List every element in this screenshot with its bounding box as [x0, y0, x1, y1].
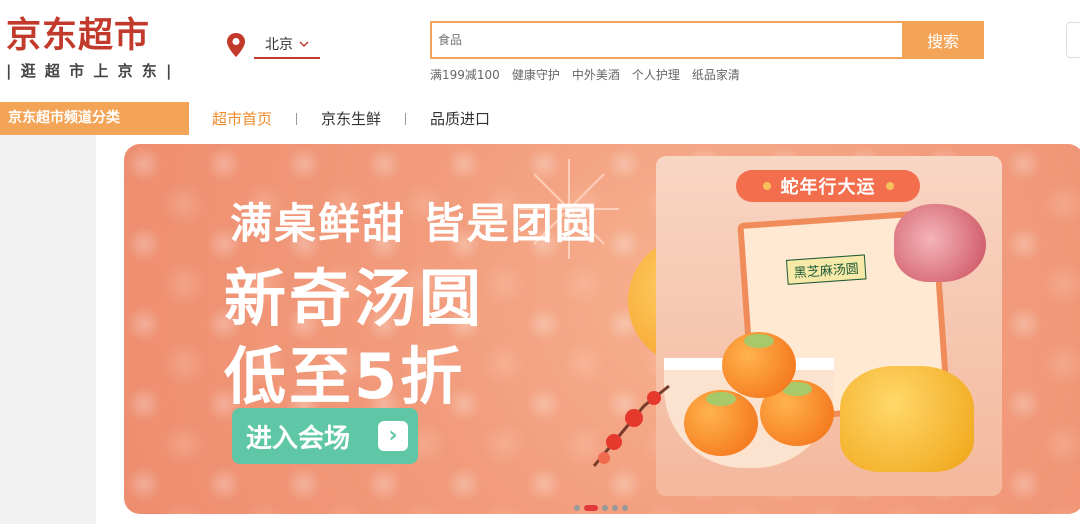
logo-title: 京东超市: [6, 16, 151, 56]
search-bar: 搜索: [430, 21, 984, 59]
carousel-dot[interactable]: [602, 505, 608, 511]
cta-label: 进入会场: [246, 423, 351, 454]
hot-word-link[interactable]: 满199减100: [430, 66, 500, 83]
banner-title-line2: 低至5折: [224, 340, 466, 413]
logo-slogan: | 逛 超 市 上 京 东 |: [6, 62, 174, 80]
category-menu-title[interactable]: 京东超市频道分类: [0, 102, 189, 135]
carousel-dot-active[interactable]: [584, 505, 598, 511]
tangyuan-ball-image: [684, 390, 758, 456]
ribbon-dot: [885, 182, 894, 190]
leaf-decoration: [706, 392, 736, 406]
hot-search-words: 满199减100 健康守护 中外美酒 个人护理 纸品家清: [430, 66, 740, 83]
chevron-right-icon: ›: [378, 421, 408, 451]
package-label: 黑芝麻汤圆: [785, 254, 867, 285]
search-input[interactable]: [430, 21, 902, 59]
promo-banner[interactable]: 满桌鲜甜 皆是团圆 新奇汤圆 低至5折 进入会场 › 蛇年行大运 黑芝麻汤圆: [124, 144, 1080, 514]
ribbon-badge: 蛇年行大运: [736, 170, 920, 202]
leaf-decoration: [744, 334, 774, 348]
ribbon-dot: [762, 182, 771, 190]
search-button[interactable]: 搜索: [902, 21, 984, 59]
banner-headline: 满桌鲜甜 皆是团圆: [230, 199, 599, 248]
nav-divider: [405, 112, 407, 125]
channel-nav: 超市首页 京东生鲜 品质进口: [212, 102, 490, 135]
banner-title-line1: 新奇汤圆: [224, 262, 485, 335]
enter-venue-button[interactable]: 进入会场 ›: [232, 408, 418, 464]
chevron-down-icon: [299, 40, 309, 47]
hot-word-link[interactable]: 个人护理: [632, 66, 680, 83]
hot-word-link[interactable]: 纸品家清: [692, 66, 740, 83]
location-selector[interactable]: 北京: [226, 30, 320, 60]
carousel-dot[interactable]: [612, 505, 618, 511]
hot-word-link[interactable]: 中外美酒: [572, 66, 620, 83]
plum-blossom-decoration: [592, 384, 670, 467]
tangyuan-ball-image: [722, 332, 796, 398]
side-widget-edge[interactable]: [1066, 22, 1080, 58]
category-side-panel: [0, 135, 96, 524]
ribbon-text: 蛇年行大运: [780, 177, 876, 198]
jd-supermarket-logo[interactable]: 京东超市 | 逛 超 市 上 京 东 |: [6, 14, 192, 80]
nav-item-import[interactable]: 品质进口: [430, 108, 490, 129]
hot-word-link[interactable]: 健康守护: [512, 66, 560, 83]
carousel-dot[interactable]: [574, 505, 580, 511]
meat-image: [894, 204, 986, 282]
gold-ingot-image: [840, 366, 974, 472]
nav-divider: [296, 112, 298, 125]
city-dropdown[interactable]: 北京: [254, 31, 320, 59]
carousel-indicator: [574, 505, 628, 511]
city-label: 北京: [265, 37, 293, 53]
nav-item-fresh[interactable]: 京东生鲜: [321, 108, 381, 129]
carousel-dot[interactable]: [622, 505, 628, 511]
nav-item-supermarket-home[interactable]: 超市首页: [212, 108, 272, 129]
page: 京东超市 | 逛 超 市 上 京 东 | 北京 搜索 满199减100 健康守护…: [0, 0, 1080, 524]
location-pin-icon: [227, 33, 245, 57]
